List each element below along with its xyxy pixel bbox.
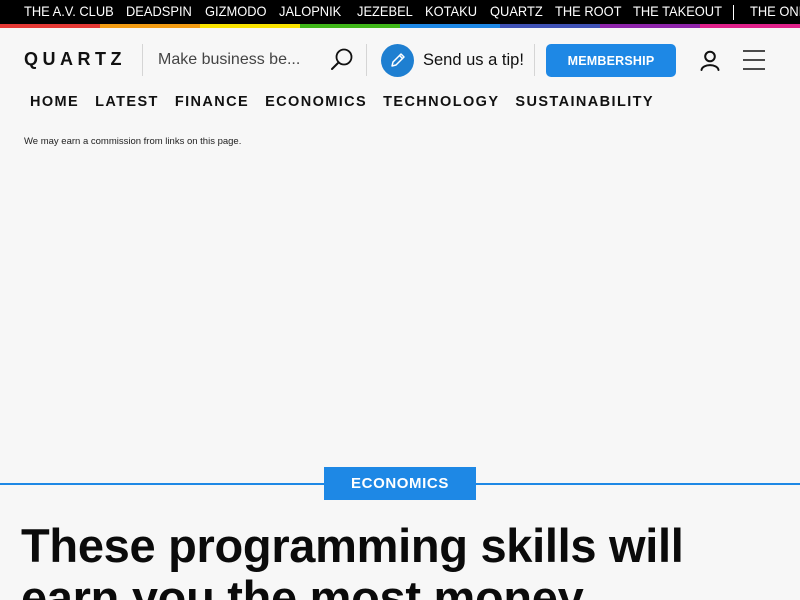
main-nav: HOME LATEST FINANCE ECONOMICS TECHNOLOGY…	[30, 94, 670, 112]
send-tip-label: Send us a tip!	[423, 50, 524, 69]
header-divider	[142, 44, 143, 76]
nav-item-technology[interactable]: TECHNOLOGY	[383, 94, 499, 112]
ad-placeholder	[0, 156, 800, 476]
network-link-deadspin[interactable]: DEADSPIN	[126, 3, 192, 19]
nav-item-home[interactable]: HOME	[30, 94, 79, 112]
tip-icon-circle	[381, 43, 414, 77]
search-button[interactable]	[328, 46, 356, 74]
pencil-icon	[390, 53, 405, 67]
network-link-jezebel[interactable]: JEZEBEL	[357, 3, 413, 19]
hamburger-menu-icon	[743, 50, 765, 70]
affiliate-disclaimer: We may earn a commission from links on t…	[24, 136, 242, 147]
network-link-the-takeout[interactable]: THE TAKEOUT	[633, 3, 722, 19]
nav-item-finance[interactable]: FINANCE	[175, 94, 249, 112]
network-link-the-onion[interactable]: THE ONI	[750, 3, 800, 19]
quartz-logo[interactable]: QUARTZ	[24, 49, 126, 70]
network-link-kotaku[interactable]: KOTAKU	[425, 3, 477, 19]
nav-item-sustainability[interactable]: SUSTAINABILITY	[515, 94, 654, 112]
header-divider	[366, 44, 367, 76]
network-bar: THE A.V. CLUB DEADSPIN GIZMODO JALOPNIK …	[0, 0, 800, 28]
search-input[interactable]	[158, 48, 318, 72]
network-link-jalopnik[interactable]: JALOPNIK	[279, 3, 341, 19]
network-link-av-club[interactable]: THE A.V. CLUB	[24, 3, 114, 19]
network-divider	[733, 5, 734, 20]
network-link-the-root[interactable]: THE ROOT	[555, 3, 622, 19]
article-headline: These programming skills will earn you t…	[21, 519, 684, 600]
search-icon	[331, 48, 353, 70]
header-divider	[534, 44, 535, 76]
network-link-quartz[interactable]: QUARTZ	[490, 3, 543, 19]
menu-button[interactable]	[740, 48, 768, 72]
network-link-gizmodo[interactable]: GIZMODO	[205, 3, 267, 19]
account-button[interactable]	[697, 48, 723, 74]
category-badge[interactable]: ECONOMICS	[324, 467, 476, 500]
membership-button[interactable]: MEMBERSHIP	[546, 44, 676, 77]
nav-item-economics[interactable]: ECONOMICS	[265, 94, 367, 112]
user-icon	[700, 50, 720, 71]
site-header: QUARTZ Send us a tip! MEMBERSHIP	[0, 28, 800, 90]
send-tip-button[interactable]: Send us a tip!	[381, 43, 524, 77]
nav-item-latest[interactable]: LATEST	[95, 94, 159, 112]
